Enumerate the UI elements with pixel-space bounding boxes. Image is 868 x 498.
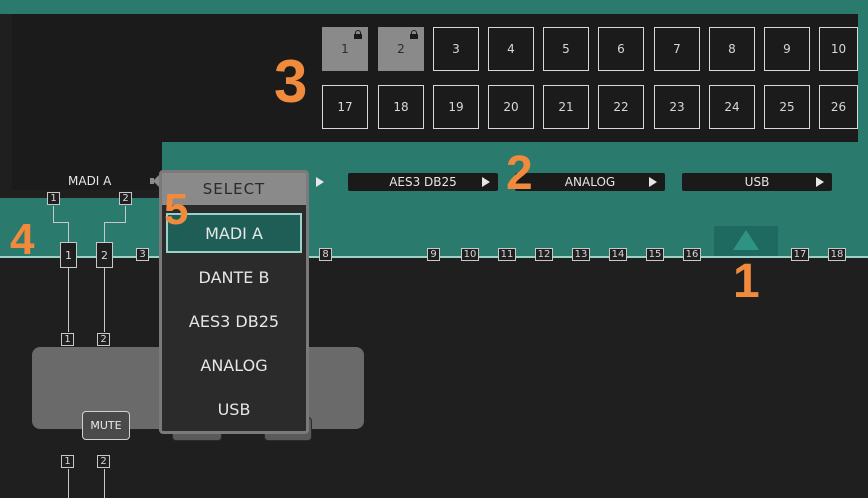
- callout-number: 2: [506, 147, 533, 200]
- grid-cell-label: 9: [783, 42, 791, 56]
- dropdown-item-aes3-db25[interactable]: AES3 DB25: [166, 301, 302, 341]
- grid-cell-label: 5: [562, 42, 570, 56]
- grid-cell[interactable]: 20: [488, 85, 534, 129]
- grid-cell-label: 4: [507, 42, 515, 56]
- grid-cell[interactable]: 22: [598, 85, 644, 129]
- lock-icon: [354, 30, 362, 39]
- play-triangle-icon[interactable]: [649, 177, 657, 187]
- grid-cell-label: 21: [558, 100, 574, 114]
- grid-cell-label: 26: [830, 100, 847, 114]
- mute-button-label: MUTE: [90, 419, 122, 432]
- grid-cell-label: 7: [673, 42, 681, 56]
- lock-icon: [410, 30, 418, 39]
- play-triangle-icon[interactable]: [816, 177, 824, 187]
- grid-cell[interactable]: 19: [433, 85, 479, 129]
- channel-box[interactable]: 2: [119, 192, 132, 205]
- signal-line: [104, 469, 105, 498]
- play-triangle-icon[interactable]: [316, 177, 324, 187]
- grid-cell-label: 1: [341, 42, 349, 56]
- grid-cell-label: 19: [448, 100, 464, 114]
- grid-cell[interactable]: 23: [654, 85, 700, 129]
- grid-cell[interactable]: 6: [598, 27, 644, 71]
- callout-number: 4: [10, 215, 35, 264]
- grid-cell-label: 25: [779, 100, 795, 114]
- connector-line: [53, 206, 54, 222]
- play-triangle-icon[interactable]: [482, 177, 490, 187]
- grid-cell[interactable]: 25: [764, 85, 810, 129]
- signal-line: [104, 268, 105, 332]
- grid-cell[interactable]: 24: [709, 85, 755, 129]
- channel-box[interactable]: 12: [535, 248, 553, 261]
- source-bar-label: ANALOG: [564, 175, 616, 189]
- grid-cell-label: 20: [503, 100, 519, 114]
- connector-line: [53, 222, 68, 223]
- grid-cell[interactable]: 2: [378, 27, 424, 71]
- callout-number: 3: [274, 48, 308, 115]
- channel-box[interactable]: 13: [572, 248, 590, 261]
- channel-box[interactable]: 1: [47, 192, 60, 205]
- channel-box[interactable]: 1: [61, 455, 74, 468]
- channel-box[interactable]: 8: [319, 248, 332, 261]
- channel-box[interactable]: 17: [791, 248, 809, 261]
- grid-cell[interactable]: 8: [709, 27, 755, 71]
- grid-cell-label: 8: [728, 42, 736, 56]
- source-bar-usb[interactable]: USB: [682, 173, 832, 191]
- grid-cell-label: 3: [452, 42, 460, 56]
- grid-cell[interactable]: 10: [819, 27, 858, 71]
- grid-cell-label: 18: [393, 100, 409, 114]
- grid-cell[interactable]: 21: [543, 85, 589, 129]
- source-bar-aes3[interactable]: AES3 DB25: [348, 173, 498, 191]
- channel-box[interactable]: 14: [609, 248, 627, 261]
- source-bar-label: USB: [744, 175, 770, 189]
- grid-cell-label: 22: [613, 100, 629, 114]
- channel-box[interactable]: 1: [60, 242, 77, 268]
- connector-line: [104, 222, 105, 242]
- grid-cell-label: 23: [669, 100, 685, 114]
- signal-line: [68, 469, 69, 498]
- channel-box[interactable]: 2: [96, 242, 113, 268]
- grid-cell-label: 10: [830, 42, 847, 56]
- grid-cell[interactable]: 4: [488, 27, 534, 71]
- channel-box[interactable]: 9: [427, 248, 440, 261]
- callout-number: 5: [164, 185, 189, 234]
- connector-line: [104, 222, 126, 223]
- grid-cell-label: 2: [397, 42, 405, 56]
- grid-cell[interactable]: 3: [433, 27, 479, 71]
- connector-line: [68, 222, 69, 242]
- dropdown-item-analog[interactable]: ANALOG: [166, 345, 302, 385]
- channel-box[interactable]: 18: [828, 248, 846, 261]
- grid-cell[interactable]: 18: [378, 85, 424, 129]
- grid-cell[interactable]: 5: [543, 27, 589, 71]
- grid-cell[interactable]: 7: [654, 27, 700, 71]
- channel-box[interactable]: 10: [461, 248, 479, 261]
- teal-frame-top: [0, 0, 868, 14]
- up-arrow-icon: [733, 230, 759, 250]
- mute-button[interactable]: MUTE: [82, 411, 130, 440]
- connector-line: [125, 206, 126, 222]
- source-label-madi-a: MADI A: [68, 174, 112, 188]
- dropdown-item-dante-b[interactable]: DANTE B: [166, 257, 302, 297]
- source-bar-analog[interactable]: ANALOG: [515, 173, 665, 191]
- callout-number: 1: [733, 255, 760, 308]
- grid-cell-label: 24: [724, 100, 740, 114]
- routing-app: 1 2 3 4 5 6 7 8 9 10 17 18 19 20 21 22 2…: [0, 0, 868, 498]
- channel-box[interactable]: 16: [683, 248, 701, 261]
- grid-cell[interactable]: 1: [322, 27, 368, 71]
- channel-box[interactable]: 3: [136, 248, 149, 261]
- channel-box[interactable]: 11: [498, 248, 516, 261]
- grid-cell[interactable]: 9: [764, 27, 810, 71]
- channel-box[interactable]: 2: [97, 333, 110, 346]
- grid-cell-label: 6: [617, 42, 625, 56]
- source-bar-label: AES3 DB25: [389, 175, 457, 189]
- dropdown-item-usb[interactable]: USB: [166, 389, 302, 429]
- channel-box[interactable]: 2: [97, 455, 110, 468]
- grid-cell-label: 17: [337, 100, 353, 114]
- grid-cell[interactable]: 26: [819, 85, 858, 129]
- channel-box[interactable]: 1: [61, 333, 74, 346]
- signal-line: [68, 268, 69, 332]
- channel-box[interactable]: 15: [646, 248, 664, 261]
- grid-cell[interactable]: 17: [322, 85, 368, 129]
